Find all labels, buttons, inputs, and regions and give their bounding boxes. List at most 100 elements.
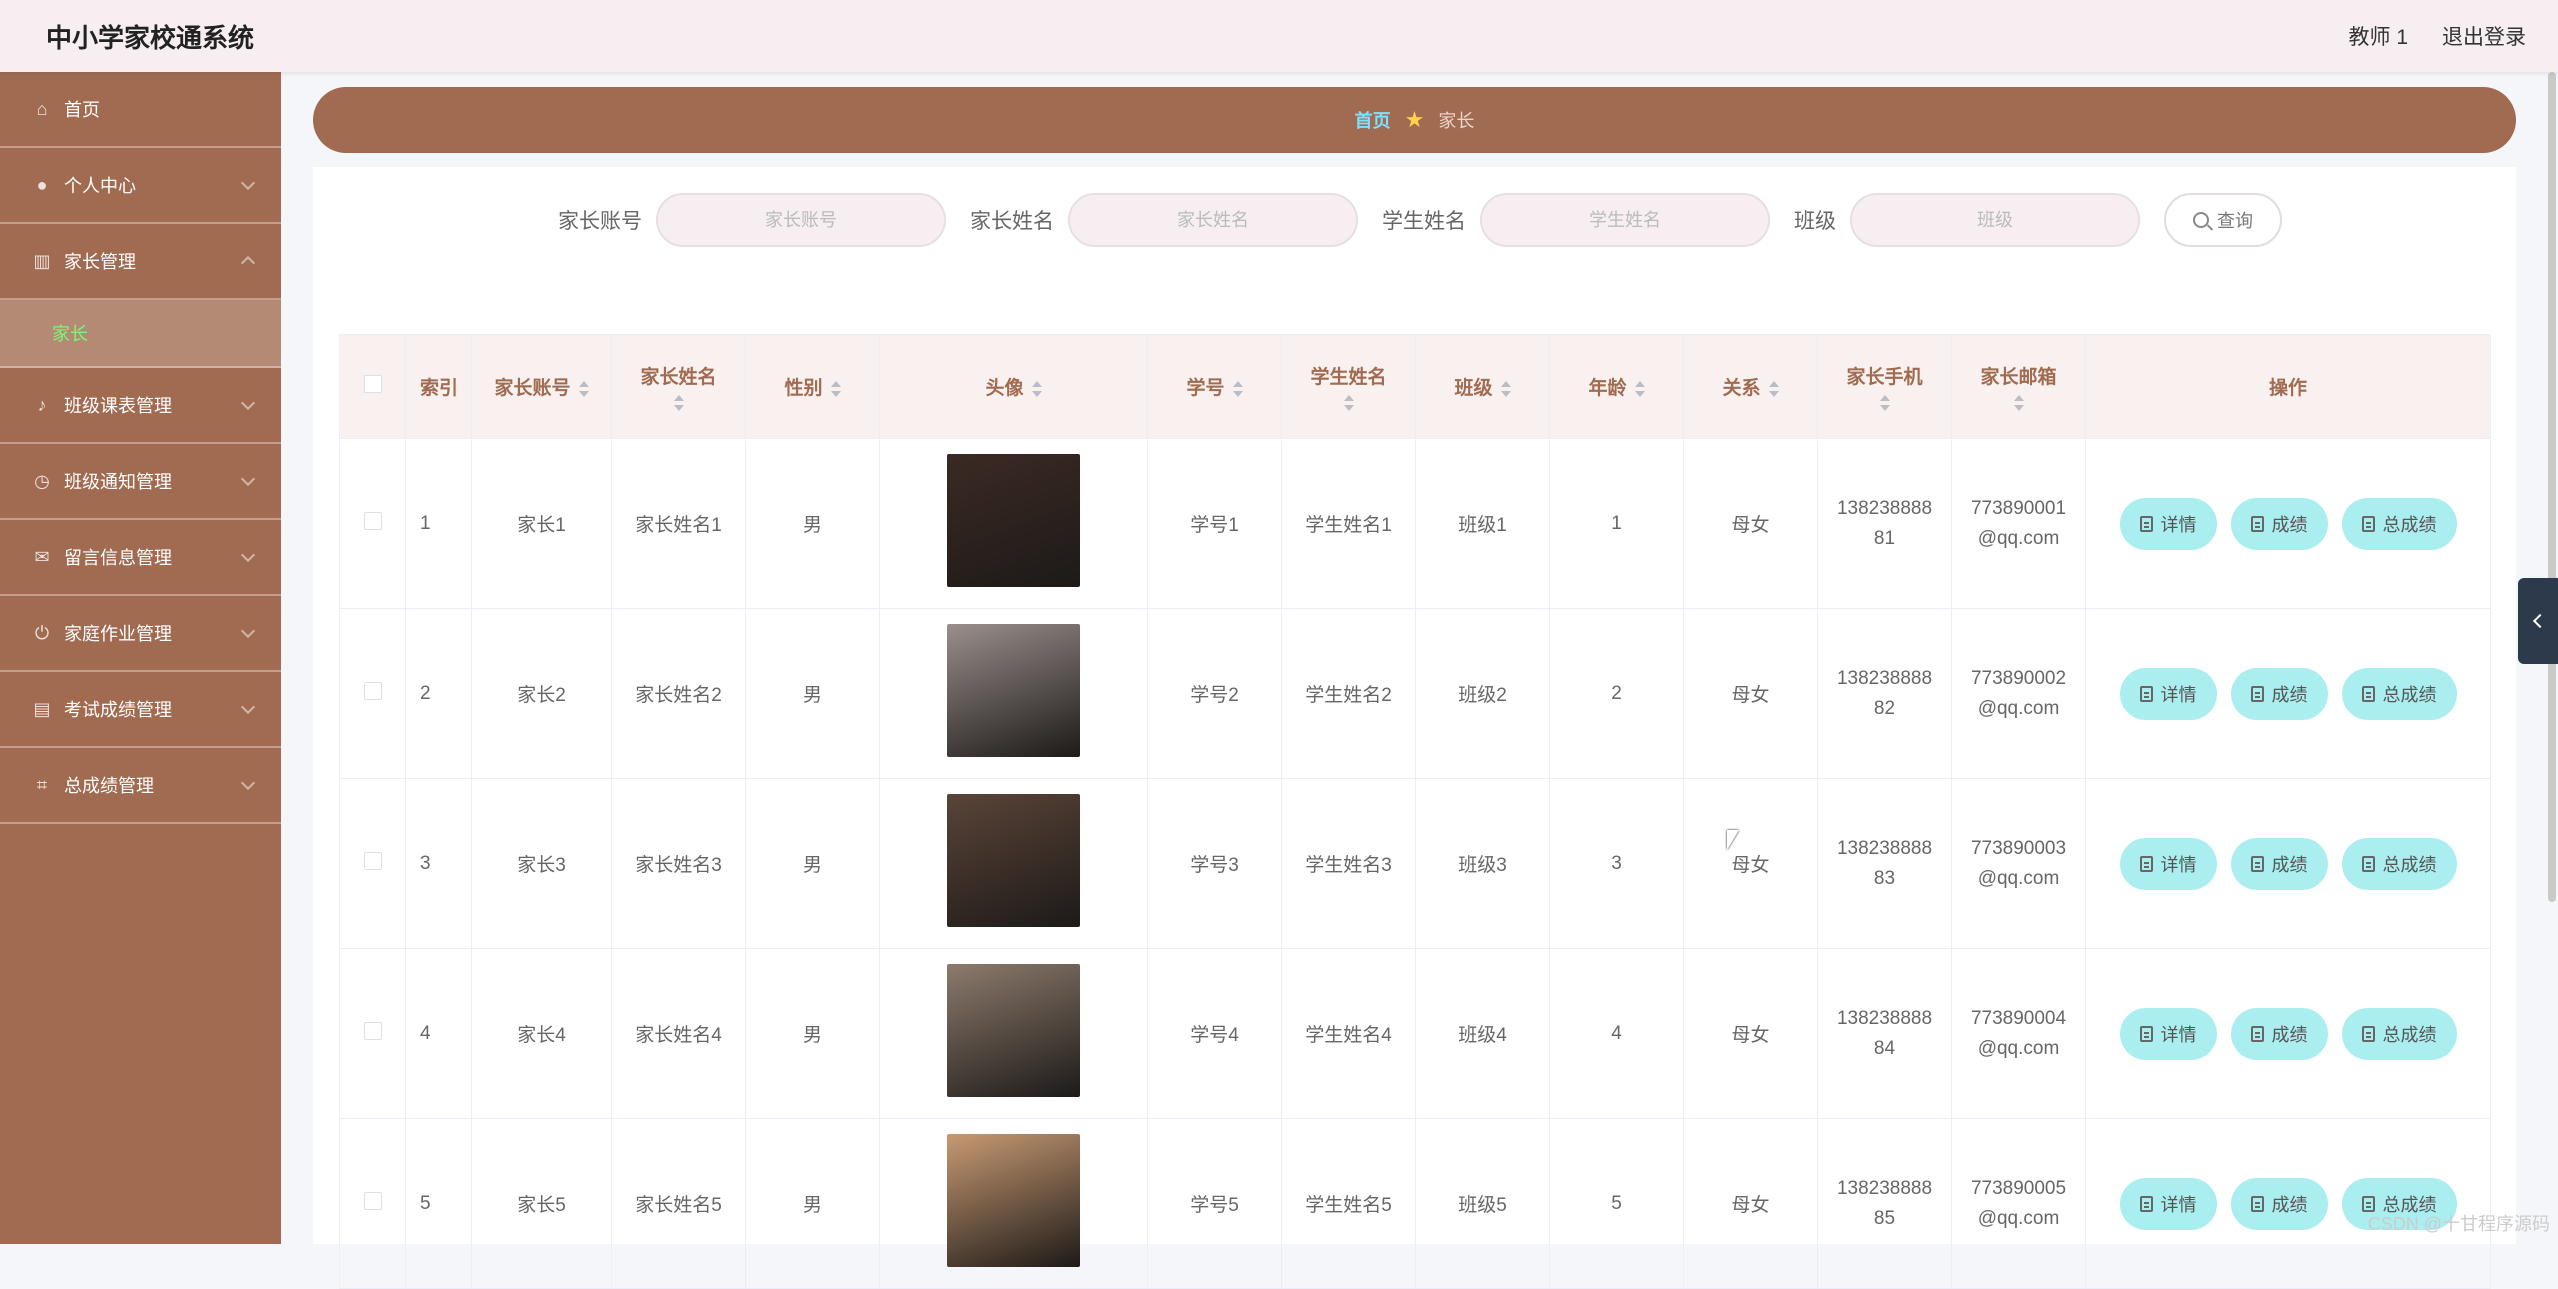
avatar[interactable] (947, 1134, 1080, 1267)
detail-button[interactable]: 详情 (2120, 1008, 2217, 1060)
email-part: 773890003 (1971, 838, 2066, 859)
row-checkbox[interactable] (364, 682, 382, 700)
cell-email: 773890005@qq.com (1952, 1119, 2086, 1289)
cell-student-no: 学号1 (1148, 439, 1282, 609)
sidebar-item-5[interactable]: ✉留言信息管理 (0, 520, 281, 596)
score-button[interactable]: 成绩 (2231, 668, 2328, 720)
search-input-account[interactable] (656, 193, 946, 247)
header-student-name[interactable]: 学生姓名 (1282, 335, 1416, 439)
select-all-checkbox[interactable] (364, 375, 382, 393)
search-input-class[interactable] (1850, 193, 2140, 247)
detail-button[interactable]: 详情 (2120, 1178, 2217, 1230)
sort-icon[interactable] (831, 381, 841, 397)
sidebar-item-8[interactable]: ⌗总成绩管理 (0, 748, 281, 824)
row-checkbox[interactable] (364, 512, 382, 530)
phone-part: 138238888 (1837, 498, 1932, 519)
sidebar-item-4[interactable]: ◷班级通知管理 (0, 444, 281, 520)
collapse-panel-toggle[interactable] (2518, 578, 2558, 664)
detail-button[interactable]: 详情 (2120, 498, 2217, 550)
cell-email-text: 773890004@qq.com (1971, 1004, 2066, 1064)
document-icon (2251, 516, 2264, 532)
email-part: @qq.com (1978, 698, 2060, 719)
cell-class: 班级3 (1416, 779, 1550, 949)
header-name-label: 家长姓名 (640, 367, 716, 388)
search-input-name[interactable] (1068, 193, 1358, 247)
score-button[interactable]: 成绩 (2231, 1178, 2328, 1230)
sort-icon[interactable] (1344, 395, 1354, 411)
search-label-class: 班级 (1794, 205, 1836, 235)
sidebar-subitem-parents[interactable]: 家长 (0, 300, 281, 368)
sort-icon[interactable] (2014, 395, 2024, 411)
mouse-cursor-icon (1727, 830, 1739, 850)
sidebar-item-6[interactable]: ⏻家庭作业管理 (0, 596, 281, 672)
header-student-no[interactable]: 学号 (1148, 335, 1282, 439)
header-avatar[interactable]: 头像 (880, 335, 1148, 439)
current-user[interactable]: 教师 1 (2348, 21, 2408, 51)
sort-icon[interactable] (674, 395, 684, 411)
score-button[interactable]: 成绩 (2231, 1008, 2328, 1060)
sort-icon[interactable] (1880, 395, 1890, 411)
sidebar-item-label: 总成绩管理 (64, 772, 154, 798)
sidebar-item-0[interactable]: ⌂首页 (0, 72, 281, 148)
sort-icon[interactable] (1635, 381, 1645, 397)
query-button[interactable]: 查询 (2164, 193, 2282, 247)
header-relation[interactable]: 关系 (1684, 335, 1818, 439)
avatar[interactable] (947, 454, 1080, 587)
sort-icon[interactable] (579, 381, 589, 397)
cell-relation: 母女 (1684, 779, 1818, 949)
header-gender[interactable]: 性别 (746, 335, 880, 439)
avatar[interactable] (947, 624, 1080, 757)
row-checkbox[interactable] (364, 1192, 382, 1210)
sort-icon[interactable] (1769, 381, 1779, 397)
phone-part: 84 (1874, 1038, 1895, 1059)
cell-phone: 13823888881 (1818, 439, 1952, 609)
sidebar-item-7[interactable]: ▤考试成绩管理 (0, 672, 281, 748)
cell-avatar (880, 609, 1148, 779)
row-checkbox[interactable] (364, 1022, 382, 1040)
watermark: CSDN @十甘程序源码 (2368, 1210, 2550, 1236)
score-button[interactable]: 成绩 (2231, 838, 2328, 890)
header-account[interactable]: 家长账号 (472, 335, 612, 439)
search-label-account: 家长账号 (558, 205, 642, 235)
total-score-button[interactable]: 总成绩 (2342, 668, 2457, 720)
cell-account: 家长3 (472, 779, 612, 949)
score-button[interactable]: 成绩 (2231, 498, 2328, 550)
sidebar-item-label: 个人中心 (64, 172, 136, 198)
header-class[interactable]: 班级 (1416, 335, 1550, 439)
header-phone[interactable]: 家长手机 (1818, 335, 1952, 439)
header-name[interactable]: 家长姓名 (612, 335, 746, 439)
sidebar-item-3[interactable]: ♪班级课表管理 (0, 368, 281, 444)
chevron-left-icon (2533, 614, 2547, 628)
sort-icon[interactable] (1032, 381, 1042, 397)
row-select-cell (340, 609, 406, 779)
score-button-label: 成绩 (2272, 851, 2308, 877)
sidebar-item-2[interactable]: ▥家长管理 (0, 224, 281, 300)
cell-phone: 13823888882 (1818, 609, 1952, 779)
row-select-cell (340, 779, 406, 949)
home-icon: ⌂ (32, 99, 52, 119)
total-score-button-label: 总成绩 (2383, 511, 2437, 537)
sidebar-item-1[interactable]: ●个人中心 (0, 148, 281, 224)
row-actions: 详情 成绩 总成绩 (2086, 838, 2490, 890)
sort-icon[interactable] (1233, 381, 1243, 397)
detail-button[interactable]: 详情 (2120, 668, 2217, 720)
avatar[interactable] (947, 794, 1080, 927)
page-scrollbar[interactable] (2548, 72, 2556, 902)
header-email[interactable]: 家长邮箱 (1952, 335, 2086, 439)
breadcrumb-home[interactable]: 首页 (1355, 107, 1391, 133)
total-score-button[interactable]: 总成绩 (2342, 498, 2457, 550)
document-icon (2362, 1026, 2375, 1042)
header-age[interactable]: 年龄 (1550, 335, 1684, 439)
total-score-button[interactable]: 总成绩 (2342, 838, 2457, 890)
logout-link[interactable]: 退出登录 (2442, 21, 2526, 51)
search-input-student[interactable] (1480, 193, 1770, 247)
detail-button[interactable]: 详情 (2120, 838, 2217, 890)
total-score-button[interactable]: 总成绩 (2342, 1008, 2457, 1060)
avatar[interactable] (947, 964, 1080, 1097)
sort-icon[interactable] (1501, 381, 1511, 397)
row-checkbox[interactable] (364, 852, 382, 870)
cell-email: 773890002@qq.com (1952, 609, 2086, 779)
cell-relation: 母女 (1684, 439, 1818, 609)
cell-class: 班级4 (1416, 949, 1550, 1119)
cell-phone-text: 13823888885 (1837, 1174, 1932, 1234)
